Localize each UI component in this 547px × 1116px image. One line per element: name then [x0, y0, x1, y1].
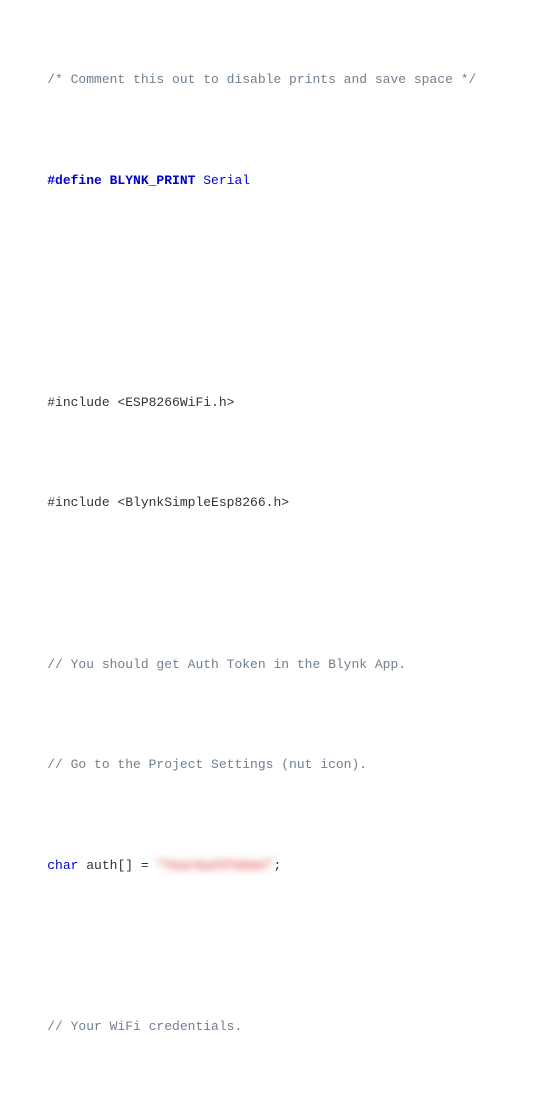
code-editor: /* Comment this out to disable prints an…: [16, 10, 531, 1116]
auth-semicolon: ;: [273, 858, 281, 873]
line-1: /* Comment this out to disable prints an…: [16, 50, 531, 110]
define-keyword: #define BLYNK_PRINT: [47, 173, 195, 188]
auth-var: auth[] =: [78, 858, 156, 873]
comment-disable-prints: /* Comment this out to disable prints: [47, 72, 343, 87]
line-8: // You should get Auth Token in the Blyn…: [16, 634, 531, 694]
auth-token-value: "YourAuthToken": [156, 856, 273, 876]
empty-line-11: [16, 936, 531, 956]
define-value: Serial: [195, 173, 250, 188]
line-9: // Go to the Project Settings (nut icon)…: [16, 735, 531, 795]
char-keyword-auth: char: [47, 858, 78, 873]
comment-and: and: [344, 72, 367, 87]
empty-line-7: [16, 574, 531, 594]
empty-line-4: [16, 312, 531, 332]
line-13: // Set password to "" for open networks.: [16, 1098, 531, 1116]
comment-project-settings: // Go to the Project Settings (nut icon)…: [47, 757, 367, 772]
include-wifi: #include <ESP8266WiFi.h>: [47, 395, 234, 410]
empty-line-3: [16, 252, 531, 272]
line-2: #define BLYNK_PRINT Serial: [16, 151, 531, 211]
comment-wifi-creds: // Your WiFi credentials.: [47, 1019, 242, 1034]
line-12: // Your WiFi credentials.: [16, 997, 531, 1057]
include-blynk: #include <BlynkSimpleEsp8266.h>: [47, 495, 289, 510]
comment-save-space: save space */: [367, 72, 476, 87]
comment-auth-token: // You should get Auth Token in the Blyn…: [47, 657, 406, 672]
line-6: #include <BlynkSimpleEsp8266.h>: [16, 473, 531, 533]
line-10: char auth[] = "YourAuthToken";: [16, 836, 531, 896]
line-5: #include <ESP8266WiFi.h>: [16, 373, 531, 433]
